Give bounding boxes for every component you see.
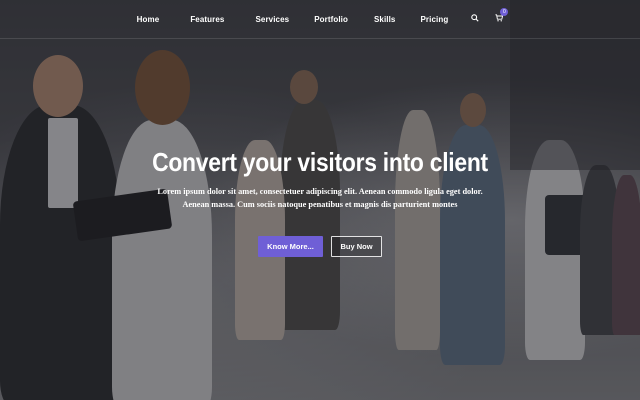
nav-item-home[interactable]: Home [137,15,160,24]
cart-count-badge: 0 [500,8,509,16]
nav-item-pricing[interactable]: Pricing [421,15,449,24]
know-more-button[interactable]: Know More... [258,236,323,257]
cart-icon[interactable]: 0 [495,8,509,24]
search-icon[interactable] [471,14,479,24]
nav-item-features[interactable]: Features [190,15,224,24]
nav-list: Home Features Services Portfolio Skills … [137,0,509,39]
hero-title: Convert your visitors into client [152,147,488,177]
navbar: Home Features Services Portfolio Skills … [0,0,640,39]
nav-item-skills[interactable]: Skills [374,15,396,24]
buy-now-button[interactable]: Buy Now [331,236,382,257]
search-icon-graphic [471,14,479,22]
nav-item-services[interactable]: Services [255,15,289,24]
hero-description: Lorem ipsum dolor sit amet, consectetuer… [157,187,483,209]
nav-item-portfolio[interactable]: Portfolio [314,15,348,24]
hero-section: Home Features Services Portfolio Skills … [0,0,640,400]
